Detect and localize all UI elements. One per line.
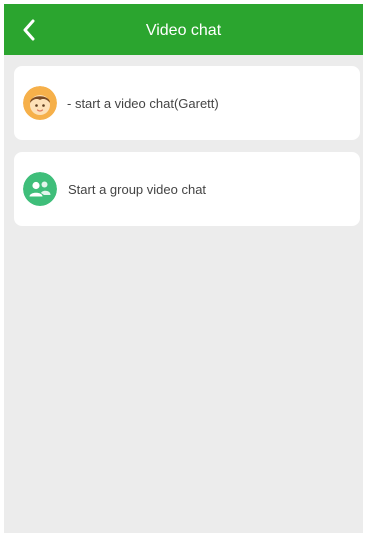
- start-video-chat-label: - start a video chat(Garett): [67, 95, 219, 111]
- child-avatar-icon: [23, 86, 57, 120]
- app-header: Video chat: [4, 4, 363, 55]
- page-title: Video chat: [145, 22, 222, 39]
- video-chat-screen: Video chat - start a video chat(Garett) …: [4, 4, 363, 533]
- start-group-video-chat-option[interactable]: Start a group video chat: [14, 152, 360, 226]
- start-group-video-chat-label: Start a group video chat: [68, 181, 207, 197]
- start-video-chat-option[interactable]: - start a video chat(Garett): [14, 66, 360, 140]
- group-people-icon: [23, 172, 57, 206]
